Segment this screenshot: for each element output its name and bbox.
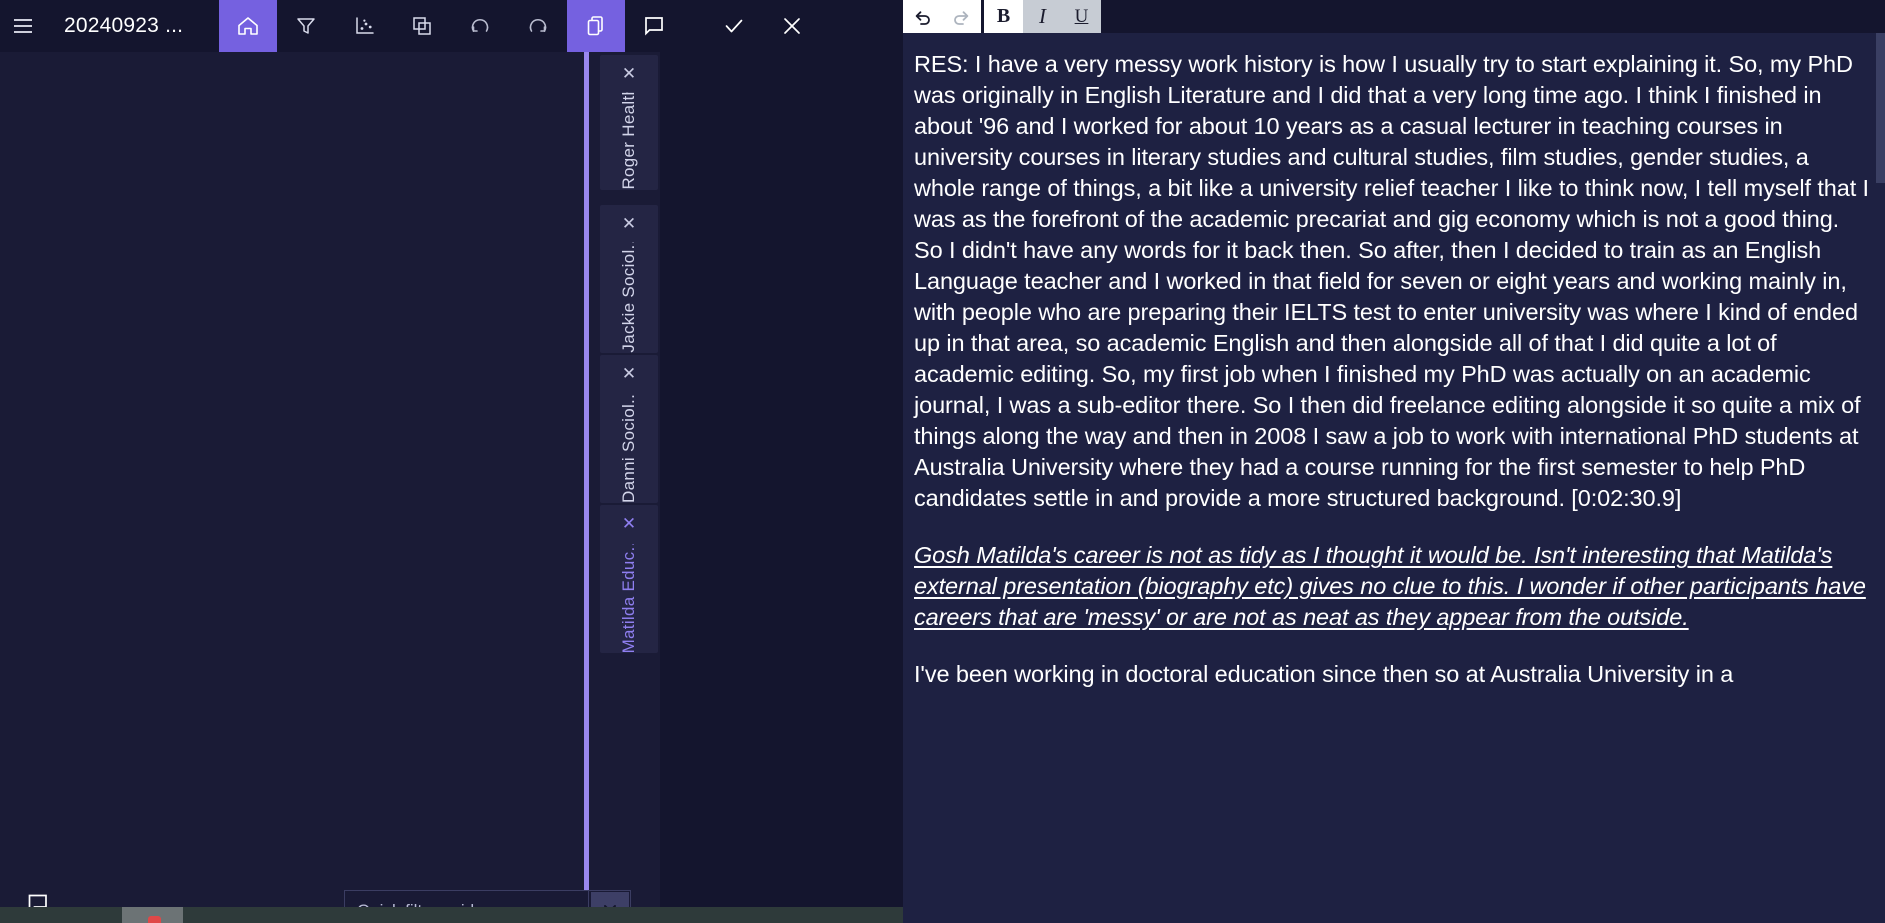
pane-splitter[interactable] — [584, 52, 589, 923]
tab-label: Danni Sociol... — [619, 394, 638, 503]
application-window: 20240923 ... ✕ Roger Health ✕ Jackie Soc… — [0, 0, 1885, 923]
toolbar-button-filter[interactable] — [277, 0, 335, 52]
editor-scrollbar[interactable] — [1876, 33, 1885, 923]
toolbar-button-duplicate[interactable] — [393, 0, 451, 52]
text-editor-pane: B I U RES: I have a very messy work hist… — [903, 0, 1885, 923]
tab-label: Jackie Sociol... — [619, 243, 638, 353]
toolbar-button-close[interactable] — [763, 0, 821, 52]
editor-format-group: B I U — [984, 0, 1101, 33]
tab-close-icon[interactable]: ✕ — [618, 363, 640, 384]
transcript-paragraph: I've been working in doctoral education … — [914, 661, 1734, 687]
tab-close-icon[interactable]: ✕ — [618, 63, 640, 83]
toolbar-button-comment[interactable] — [625, 0, 683, 52]
taskbar-app-item[interactable] — [122, 907, 183, 923]
taskbar-app-indicator — [148, 916, 161, 923]
toolbar-button-redo[interactable] — [509, 0, 567, 52]
workspace-canvas: ✕ Roger Health ✕ Jackie Sociol... ✕ Dann… — [0, 52, 903, 923]
hamburger-menu-icon[interactable] — [0, 0, 46, 52]
editor-redo-button[interactable] — [942, 0, 981, 33]
toolbar-button-chart[interactable] — [335, 0, 393, 52]
editor-toolbar: B I U — [903, 0, 1885, 33]
document-tab-matilda-education[interactable]: ✕ Matilda Educ... — [600, 505, 658, 653]
toolbar-button-home[interactable] — [219, 0, 278, 52]
italic-label: I — [1039, 4, 1046, 28]
tab-label: Matilda Educ... — [619, 543, 638, 653]
document-tab-jackie-sociology[interactable]: ✕ Jackie Sociol... — [600, 205, 658, 353]
toolbar-button-cards[interactable] — [567, 0, 626, 52]
annotation-paragraph: Gosh Matilda's career is not as tidy as … — [914, 542, 1866, 630]
left-pane: 20240923 ... ✕ Roger Health ✕ Jackie Soc… — [0, 0, 903, 923]
tab-close-icon[interactable]: ✕ — [618, 213, 640, 233]
document-tab-roger-health[interactable]: ✕ Roger Health — [600, 55, 658, 190]
workspace-right-column — [660, 52, 903, 923]
toolbar-button-undo[interactable] — [451, 0, 509, 52]
toolbar-button-confirm[interactable] — [705, 0, 763, 52]
editor-italic-button[interactable]: I — [1023, 0, 1062, 33]
os-taskbar — [0, 907, 903, 923]
main-toolbar: 20240923 ... — [0, 0, 903, 52]
tab-label: Roger Health — [619, 93, 638, 190]
underline-label: U — [1074, 5, 1089, 27]
editor-underline-button[interactable]: U — [1062, 0, 1101, 33]
document-tab-danni-sociology[interactable]: ✕ Danni Sociol... — [600, 355, 658, 503]
editor-bold-button[interactable]: B — [984, 0, 1023, 33]
tab-close-icon[interactable]: ✕ — [618, 513, 640, 534]
editor-scrollbar-thumb[interactable] — [1876, 33, 1885, 183]
editor-text-area[interactable]: RES: I have a very messy work history is… — [903, 33, 1885, 923]
transcript-paragraph: RES: I have a very messy work history is… — [914, 51, 1869, 511]
bold-label: B — [996, 5, 1011, 27]
document-tab-strip: ✕ Roger Health ✕ Jackie Sociol... ✕ Dann… — [598, 52, 660, 692]
editor-history-group — [903, 0, 981, 33]
window-title: 20240923 ... — [64, 14, 184, 37]
editor-undo-button[interactable] — [903, 0, 942, 33]
